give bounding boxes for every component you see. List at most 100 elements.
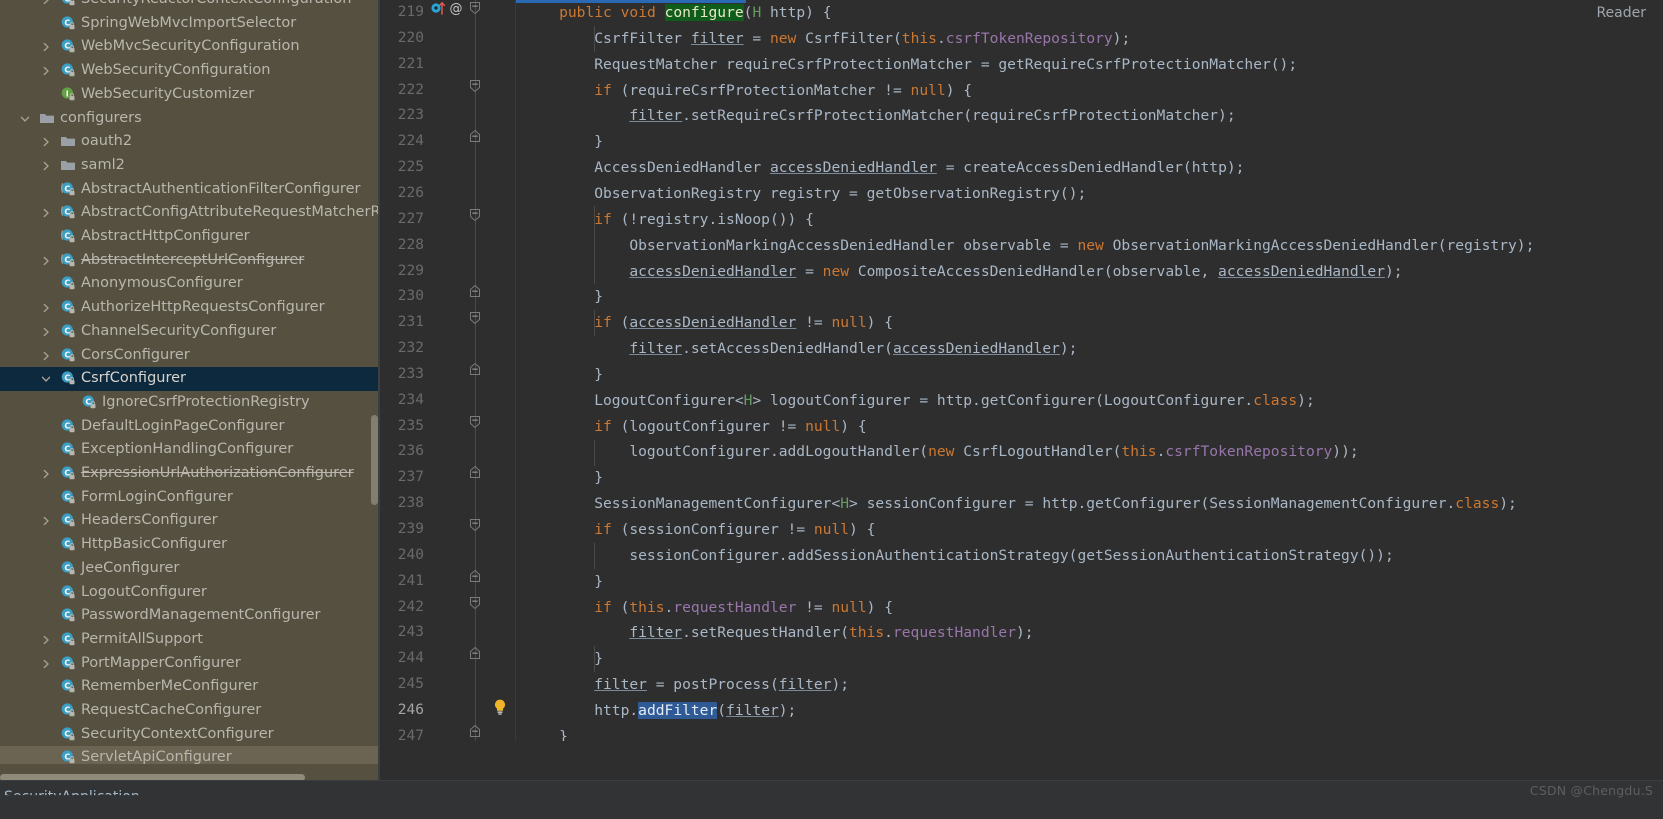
code-line[interactable]: ObservationMarkingAccessDeniedHandler ob… — [629, 233, 1534, 259]
code-line[interactable]: SessionManagementConfigurer<H> sessionCo… — [594, 491, 1517, 517]
fold-start-icon[interactable] — [468, 414, 484, 440]
fold-end-icon[interactable] — [468, 362, 484, 388]
code-line[interactable]: if (logoutConfigurer != null) { — [594, 414, 866, 440]
fold-end-icon[interactable] — [468, 284, 484, 310]
chevron-right-icon[interactable] — [39, 344, 52, 368]
code-line[interactable]: if (!registry.isNoop()) { — [594, 207, 814, 233]
code-line[interactable]: CsrfFilter filter = new CsrfFilter(this.… — [594, 26, 1130, 52]
fold-start-icon[interactable] — [468, 310, 484, 336]
tree-item[interactable]: C WebSecurityConfiguration — [0, 59, 380, 83]
error-stripe[interactable] — [1650, 0, 1663, 741]
tree-item[interactable]: C AbstractConfigAttributeRequestMatcherRe… — [0, 201, 380, 225]
gutter-row[interactable]: 234 — [380, 388, 516, 414]
fold-start-icon[interactable] — [468, 207, 484, 233]
code-line[interactable]: if (accessDeniedHandler != null) { — [594, 310, 893, 336]
code-line[interactable]: } — [594, 362, 603, 388]
tree-item[interactable]: C PortMapperConfigurer — [0, 652, 380, 676]
gutter-row[interactable]: 233 — [380, 362, 516, 388]
code-line[interactable]: sessionConfigurer.addSessionAuthenticati… — [629, 543, 1393, 569]
code-line[interactable]: } — [594, 646, 603, 672]
fold-end-icon[interactable] — [468, 724, 484, 750]
editor-gutter[interactable]: 219 @220 221 222 223 224 225 226 227 228 229 230 231… — [380, 0, 516, 744]
code-line[interactable]: filter.setAccessDeniedHandler(accessDeni… — [629, 336, 1077, 362]
tree-item[interactable]: C AuthorizeHttpRequestsConfigurer — [0, 296, 380, 320]
chevron-right-icon[interactable] — [39, 249, 52, 273]
chevron-right-icon[interactable] — [39, 130, 52, 154]
code-line[interactable]: AccessDeniedHandler accessDeniedHandler … — [594, 155, 1244, 181]
tree-item[interactable]: C HeadersConfigurer — [0, 509, 380, 533]
code-editor[interactable]: 219 @220 221 222 223 224 225 226 227 228 229 230 231… — [380, 0, 1663, 744]
chevron-right-icon[interactable] — [39, 0, 52, 12]
gutter-row[interactable]: 223 — [380, 103, 516, 129]
fold-end-icon[interactable] — [468, 465, 484, 491]
code-line[interactable]: ObservationRegistry registry = getObserv… — [594, 181, 1086, 207]
gutter-row[interactable]: 232 — [380, 336, 516, 362]
code-line[interactable]: accessDeniedHandler = new CompositeAcces… — [629, 259, 1402, 285]
tree-item[interactable]: C ChannelSecurityConfigurer — [0, 320, 380, 344]
gutter-row[interactable]: 240 — [380, 543, 516, 569]
code-line[interactable]: if (requireCsrfProtectionMatcher != null… — [594, 78, 972, 104]
tree-item[interactable]: C IgnoreCsrfProtectionRegistry — [0, 391, 380, 415]
code-line[interactable]: } — [594, 284, 603, 310]
tree-item[interactable]: C RememberMeConfigurer — [0, 675, 380, 699]
gutter-row[interactable]: 228 — [380, 233, 516, 259]
code-line[interactable]: filter.setRequestHandler(this.requestHan… — [629, 620, 1033, 646]
fold-start-icon[interactable] — [468, 595, 484, 621]
fold-end-icon[interactable] — [468, 129, 484, 155]
code-content[interactable]: public void configure(H http) {CsrfFilte… — [516, 0, 1663, 741]
tree-item[interactable]: C ExpressionUrlAuthorizationConfigurer — [0, 462, 380, 486]
gutter-row[interactable]: 239 — [380, 517, 516, 543]
code-line[interactable]: http.addFilter(filter); — [594, 698, 796, 724]
tree-item[interactable]: configurers — [0, 107, 380, 131]
tree-item[interactable]: C ServletApiConfigurer — [0, 746, 380, 765]
tree-item[interactable]: C SecurityReactorContextConfiguration — [0, 0, 380, 12]
project-tree-panel[interactable]: C SecurityReactorContextConfiguration C Spr… — [0, 0, 380, 781]
code-line[interactable]: filter.setRequireCsrfProtectionMatcher(r… — [629, 103, 1235, 129]
override-method-icon[interactable] — [430, 0, 446, 26]
gutter-row[interactable]: 231 — [380, 310, 516, 336]
gutter-row[interactable]: 238 — [380, 491, 516, 517]
annotation-icon[interactable]: @ — [448, 0, 464, 26]
gutter-row[interactable]: 229 — [380, 259, 516, 285]
breadcrumb[interactable]: SecurityApplication — [4, 789, 140, 795]
code-line[interactable]: } — [559, 724, 568, 741]
tree-vertical-scrollbar[interactable] — [371, 415, 378, 505]
tree-item[interactable]: I WebSecurityCustomizer — [0, 83, 380, 107]
gutter-row[interactable]: 243 — [380, 620, 516, 646]
chevron-right-icon[interactable] — [39, 35, 52, 59]
tree-item[interactable]: C WebMvcSecurityConfiguration — [0, 35, 380, 59]
tree-item-selected[interactable]: C CsrfConfigurer — [0, 367, 380, 391]
tree-item[interactable]: C JeeConfigurer — [0, 557, 380, 581]
chevron-right-icon[interactable] — [39, 296, 52, 320]
gutter-row[interactable]: 244 — [380, 646, 516, 672]
chevron-right-icon[interactable] — [39, 154, 52, 178]
gutter-row[interactable]: 236 — [380, 439, 516, 465]
chevron-right-icon[interactable] — [39, 320, 52, 344]
code-line[interactable]: if (this.requestHandler != null) { — [594, 595, 893, 621]
reader-mode-label[interactable]: Reader — [1596, 5, 1646, 21]
tree-item[interactable]: C DefaultLoginPageConfigurer — [0, 415, 380, 439]
tree-item[interactable]: C AbstractInterceptUrlConfigurer — [0, 249, 380, 273]
gutter-row[interactable]: 242 — [380, 595, 516, 621]
code-line[interactable]: LogoutConfigurer<H> logoutConfigurer = h… — [594, 388, 1315, 414]
chevron-right-icon[interactable] — [39, 201, 52, 225]
tree-item[interactable]: C FormLoginConfigurer — [0, 486, 380, 510]
gutter-row[interactable]: 247 — [380, 724, 516, 750]
tree-item[interactable]: C AbstractAuthenticationFilterConfigurer — [0, 178, 380, 202]
gutter-row[interactable]: 219 @ — [380, 0, 516, 26]
chevron-right-icon[interactable] — [39, 628, 52, 652]
tree-item[interactable]: C PermitAllSupport — [0, 628, 380, 652]
tree-item[interactable]: C SecurityContextConfigurer — [0, 723, 380, 747]
code-line[interactable]: RequestMatcher requireCsrfProtectionMatc… — [594, 52, 1297, 78]
chevron-right-icon[interactable] — [39, 652, 52, 676]
tree-item[interactable]: C AnonymousConfigurer — [0, 272, 380, 296]
tree-item[interactable]: C LogoutConfigurer — [0, 581, 380, 605]
code-line[interactable]: filter = postProcess(filter); — [594, 672, 849, 698]
tree-item[interactable]: C ExceptionHandlingConfigurer — [0, 438, 380, 462]
chevron-right-icon[interactable] — [39, 509, 52, 533]
gutter-row[interactable]: 221 — [380, 52, 516, 78]
gutter-row[interactable]: 237 — [380, 465, 516, 491]
fold-end-icon[interactable] — [468, 646, 484, 672]
gutter-row[interactable]: 246 — [380, 698, 516, 724]
code-line[interactable]: } — [594, 569, 603, 595]
